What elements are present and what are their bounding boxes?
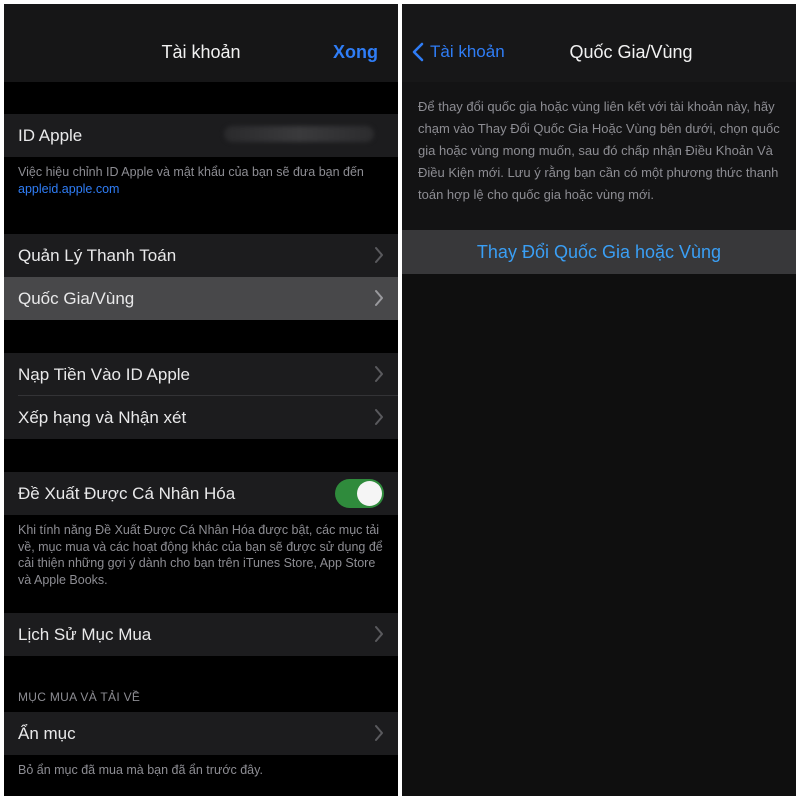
apple-id-note: Việc hiệu chỉnh ID Apple và mật khẩu của… bbox=[4, 157, 398, 234]
change-region-instructions: Để thay đổi quốc gia hoặc vùng liên kết … bbox=[402, 82, 796, 230]
apple-id-row[interactable]: ID Apple bbox=[4, 114, 398, 157]
appleid-link[interactable]: appleid.apple.com bbox=[18, 182, 119, 196]
chevron-right-icon bbox=[374, 289, 384, 307]
done-button[interactable]: Xong bbox=[333, 42, 378, 63]
hidden-items-label: Ẩn mục bbox=[18, 724, 76, 743]
chevron-right-icon bbox=[374, 625, 384, 643]
manage-payments-label: Quản Lý Thanh Toán bbox=[18, 246, 177, 265]
navigation-bar: Tài khoản Quốc Gia/Vùng bbox=[402, 4, 796, 82]
hidden-items-note: Bỏ ẩn mục đã mua mà bạn đã ẩn trước đây. bbox=[18, 763, 263, 777]
country-region-panel: Tài khoản Quốc Gia/Vùng Để thay đổi quốc… bbox=[402, 4, 796, 796]
hidden-items-row[interactable]: Ẩn mục bbox=[4, 712, 398, 755]
chevron-right-icon bbox=[374, 408, 384, 426]
toggle-knob bbox=[357, 481, 382, 506]
chevron-right-icon bbox=[374, 246, 384, 264]
purchase-history-label: Lịch Sử Mục Mua bbox=[18, 625, 152, 644]
navigation-bar: Tài khoản Xong bbox=[4, 4, 398, 82]
chevron-right-icon bbox=[374, 365, 384, 383]
purchase-history-row[interactable]: Lịch Sử Mục Mua bbox=[4, 613, 398, 656]
account-settings-panel: Tài khoản Xong ID Apple Việc hiệu chỉnh … bbox=[4, 4, 398, 796]
personalized-note: Khi tính năng Đề Xuất Được Cá Nhân Hóa đ… bbox=[18, 523, 383, 587]
personalized-recommendations-label: Đề Xuất Được Cá Nhân Hóa bbox=[18, 484, 236, 503]
personalized-recommendations-row: Đề Xuất Được Cá Nhân Hóa bbox=[4, 472, 398, 515]
downloads-purchases-header: MỤC MUA VÀ TẢI VỀ bbox=[18, 690, 141, 704]
change-country-region-button[interactable]: Thay Đổi Quốc Gia hoặc Vùng bbox=[402, 230, 796, 274]
add-funds-label: Nạp Tiền Vào ID Apple bbox=[18, 365, 191, 384]
country-region-row[interactable]: Quốc Gia/Vùng bbox=[4, 277, 398, 320]
manage-payments-row[interactable]: Quản Lý Thanh Toán bbox=[4, 234, 398, 277]
section-gap bbox=[4, 439, 398, 472]
section-gap bbox=[4, 82, 398, 114]
ratings-reviews-row[interactable]: Xếp hạng và Nhận xét bbox=[4, 396, 398, 439]
page-title: Quốc Gia/Vùng bbox=[569, 42, 693, 62]
apple-id-note-text: Việc hiệu chỉnh ID Apple và mật khẩu của… bbox=[18, 165, 364, 179]
apple-id-value-redacted bbox=[224, 126, 374, 142]
chevron-right-icon bbox=[374, 724, 384, 742]
add-funds-row[interactable]: Nạp Tiền Vào ID Apple bbox=[4, 353, 398, 396]
apple-id-label: ID Apple bbox=[18, 126, 83, 145]
ratings-reviews-label: Xếp hạng và Nhận xét bbox=[18, 408, 187, 427]
country-region-label: Quốc Gia/Vùng bbox=[18, 289, 135, 308]
section-gap bbox=[4, 656, 398, 686]
personalized-recommendations-toggle[interactable] bbox=[335, 479, 384, 508]
section-gap bbox=[4, 320, 398, 353]
